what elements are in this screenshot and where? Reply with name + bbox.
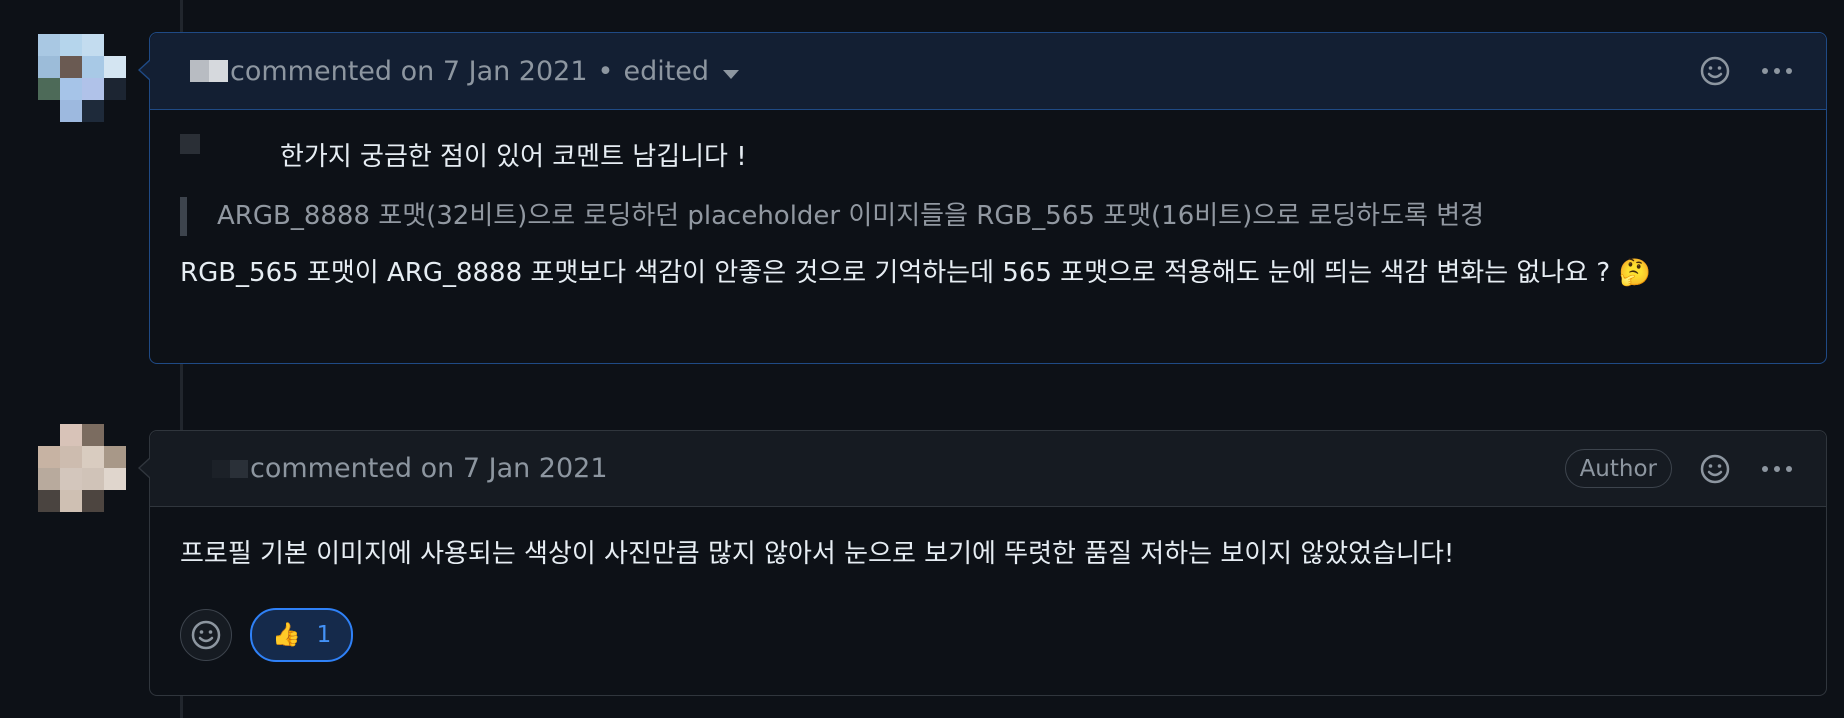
avatar[interactable] [38, 34, 126, 122]
intro-text: 한가지 궁금한 점이 있어 코멘트 남깁니다 ! [280, 142, 747, 172]
comment-pointer [138, 457, 151, 479]
kebab-icon[interactable] [1758, 450, 1796, 488]
comment-text: RGB_565 포맷이 ARG_8888 포맷보다 색감이 안좋은 것으로 기억… [180, 254, 1796, 293]
comment-date[interactable]: 7 Jan 2021 [443, 56, 588, 87]
separator: • [597, 55, 614, 87]
kebab-icon[interactable] [1758, 52, 1796, 90]
comment-card: commented on 7 Jan 2021 • edited 한가지 궁금한… [138, 32, 1827, 364]
chevron-down-icon[interactable] [723, 69, 740, 79]
author-name-redacted[interactable] [212, 459, 248, 478]
smiley-icon[interactable] [1696, 52, 1734, 90]
add-reaction-icon[interactable] [180, 609, 232, 661]
thinking-face-emoji: 🤔 [1618, 258, 1651, 288]
inline-image-placeholder [180, 134, 200, 154]
comment-main-text: RGB_565 포맷이 ARG_8888 포맷보다 색감이 안좋은 것으로 기억… [180, 258, 1611, 288]
reaction-thumbs-up[interactable]: 👍 1 [250, 608, 354, 662]
edited-indicator[interactable]: edited [623, 56, 709, 87]
thumbs-up-icon: 👍 [272, 621, 301, 648]
comment-header: commented on 7 Jan 2021 Author [150, 431, 1826, 507]
comment-card: commented on 7 Jan 2021 Author 프로필 기본 이미… [138, 430, 1827, 696]
comment-header: commented on 7 Jan 2021 • edited [150, 33, 1826, 110]
comment-action: commented on [230, 55, 435, 87]
comment-text: 프로필 기본 이미지에 사용되는 색상이 사진만큼 많지 않아서 눈으로 보기에… [180, 539, 1455, 569]
comment-date[interactable]: 7 Jan 2021 [463, 453, 608, 484]
comment-body: 프로필 기본 이미지에 사용되는 색상이 사진만큼 많지 않아서 눈으로 보기에… [150, 507, 1826, 692]
author-badge: Author [1564, 449, 1672, 488]
reaction-count: 1 [316, 621, 332, 648]
comment-action: commented on [250, 453, 455, 484]
author-name-redacted[interactable] [190, 60, 228, 82]
comment-intro: 한가지 궁금한 점이 있어 코멘트 남깁니다 ! [180, 134, 1796, 177]
blockquote: ARGB_8888 포맷(32비트)으로 로딩하던 placeholder 이미… [180, 197, 1796, 236]
comment-body: 한가지 궁금한 점이 있어 코멘트 남깁니다 ! ARGB_8888 포맷(32… [150, 110, 1826, 323]
smiley-icon[interactable] [1696, 450, 1734, 488]
reactions-bar: 👍 1 [180, 608, 1796, 662]
comment-pointer [138, 59, 151, 81]
avatar[interactable] [38, 424, 126, 512]
